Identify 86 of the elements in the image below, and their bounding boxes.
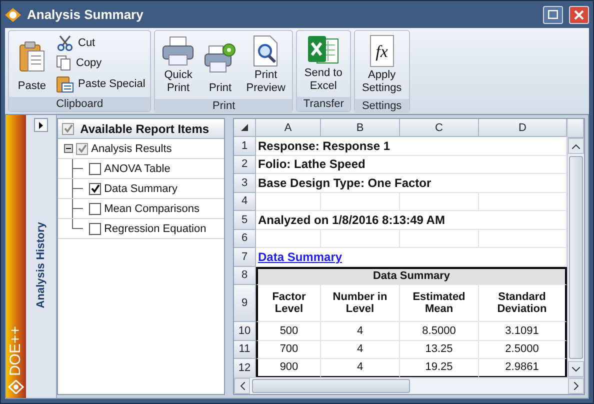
column-heading: Number in Level: [321, 285, 400, 322]
column-header[interactable]: D: [479, 119, 567, 137]
table-cell: 13.25: [400, 340, 479, 359]
group-label: Print: [155, 99, 292, 113]
scissors-icon: [56, 35, 74, 51]
tree-item[interactable]: Data Summary: [104, 182, 178, 194]
row-header[interactable]: 9: [234, 285, 256, 322]
ribbon-button[interactable]: Print: [200, 33, 240, 97]
empty-cell[interactable]: [400, 230, 479, 248]
collapse-icon[interactable]: [64, 144, 74, 153]
row-header[interactable]: 10: [234, 322, 256, 340]
empty-cell[interactable]: [400, 192, 479, 211]
magnifier-page-icon: [252, 35, 280, 67]
sheet-text: Response: Response 1: [256, 137, 567, 156]
ribbon-button[interactable]: Send to Excel: [300, 33, 346, 95]
clipboard-icon: [19, 40, 45, 72]
group-label: Settings: [354, 99, 409, 113]
row-header[interactable]: 7: [234, 248, 256, 266]
expand-panel-icon[interactable]: [34, 118, 48, 132]
empty-cell[interactable]: [321, 230, 400, 248]
copy-icon: [56, 55, 72, 71]
checkbox[interactable]: [89, 202, 102, 214]
tree-item[interactable]: Mean Comparisons: [104, 202, 200, 214]
checkbox[interactable]: [89, 222, 102, 234]
table-cell: 8.5000: [400, 322, 479, 340]
tree-item[interactable]: Analysis Results: [91, 142, 172, 154]
app-logo-icon: [5, 8, 21, 22]
sheet-text: Folio: Lathe Speed: [256, 156, 567, 174]
checkbox[interactable]: [89, 182, 102, 194]
checkbox[interactable]: [76, 142, 88, 154]
panel-title[interactable]: Analysis History: [34, 222, 47, 308]
row-header[interactable]: 11: [234, 340, 256, 359]
tree-item[interactable]: Regression Equation: [104, 222, 206, 234]
ribbon-button[interactable]: Paste Special: [54, 74, 148, 94]
table-cell: 700: [256, 340, 321, 359]
row-header[interactable]: 6: [234, 230, 256, 248]
logo-text: DOE++: [7, 326, 24, 376]
row-header[interactable]: 12: [234, 359, 256, 378]
scrollbar-thumb[interactable]: [252, 379, 410, 393]
row-header[interactable]: 5: [234, 211, 256, 230]
table-cell: 4: [321, 340, 400, 359]
sheet-text: Analyzed on 1/8/2016 8:13:49 AM: [256, 211, 567, 230]
close-icon[interactable]: [569, 6, 589, 24]
scroll-up-icon[interactable]: [568, 138, 584, 154]
function-icon: fx: [370, 35, 394, 67]
row-header[interactable]: 2: [234, 156, 256, 174]
row-header[interactable]: 8: [234, 266, 256, 285]
printer-icon: [162, 36, 194, 66]
row-header[interactable]: 3: [234, 174, 256, 192]
ribbon-button[interactable]: Copy: [54, 54, 148, 72]
maximize-icon[interactable]: [543, 6, 563, 24]
clipboard-icon: [56, 75, 74, 93]
tree-header: Available Report Items: [80, 122, 210, 136]
ribbon-button[interactable]: Quick Print: [158, 33, 198, 97]
header-corner: [568, 119, 584, 138]
ribbon-button[interactable]: Paste: [12, 33, 52, 95]
ribbon-button[interactable]: Cut: [54, 34, 148, 52]
scroll-down-icon[interactable]: [568, 361, 584, 377]
empty-cell[interactable]: [321, 192, 400, 211]
column-header[interactable]: B: [321, 119, 400, 137]
tree-item[interactable]: ANOVA Table: [104, 162, 170, 174]
table-title: Data Summary: [256, 266, 567, 285]
printer-help-icon: [204, 42, 236, 72]
column-header[interactable]: C: [400, 119, 479, 137]
link[interactable]: Data Summary: [258, 250, 342, 263]
sheet-text: Base Design Type: One Factor: [256, 174, 567, 192]
logo-icon: [8, 380, 24, 394]
scroll-right-icon[interactable]: [568, 378, 584, 394]
group-label: Clipboard: [9, 97, 150, 111]
column-heading: Factor Level: [256, 285, 321, 322]
scroll-left-icon[interactable]: [234, 378, 250, 394]
scrollbar-thumb[interactable]: [569, 156, 583, 359]
table-cell: 500: [256, 322, 321, 340]
column-heading: Estimated Mean: [400, 285, 479, 322]
spreadsheet-icon: [307, 35, 340, 65]
corner-icon[interactable]: [234, 119, 256, 137]
table-cell: 4: [321, 322, 400, 340]
ribbon-button[interactable]: fx Apply Settings: [358, 33, 406, 97]
checkbox[interactable]: [89, 162, 102, 174]
ribbon-button[interactable]: Print Preview: [242, 33, 290, 97]
row-header[interactable]: 4: [234, 192, 256, 211]
column-header[interactable]: A: [256, 119, 321, 137]
window-title: Analysis Summary: [27, 7, 144, 22]
row-header[interactable]: 1: [234, 137, 256, 156]
group-label: Transfer: [297, 97, 350, 111]
checkbox[interactable]: [62, 122, 74, 134]
